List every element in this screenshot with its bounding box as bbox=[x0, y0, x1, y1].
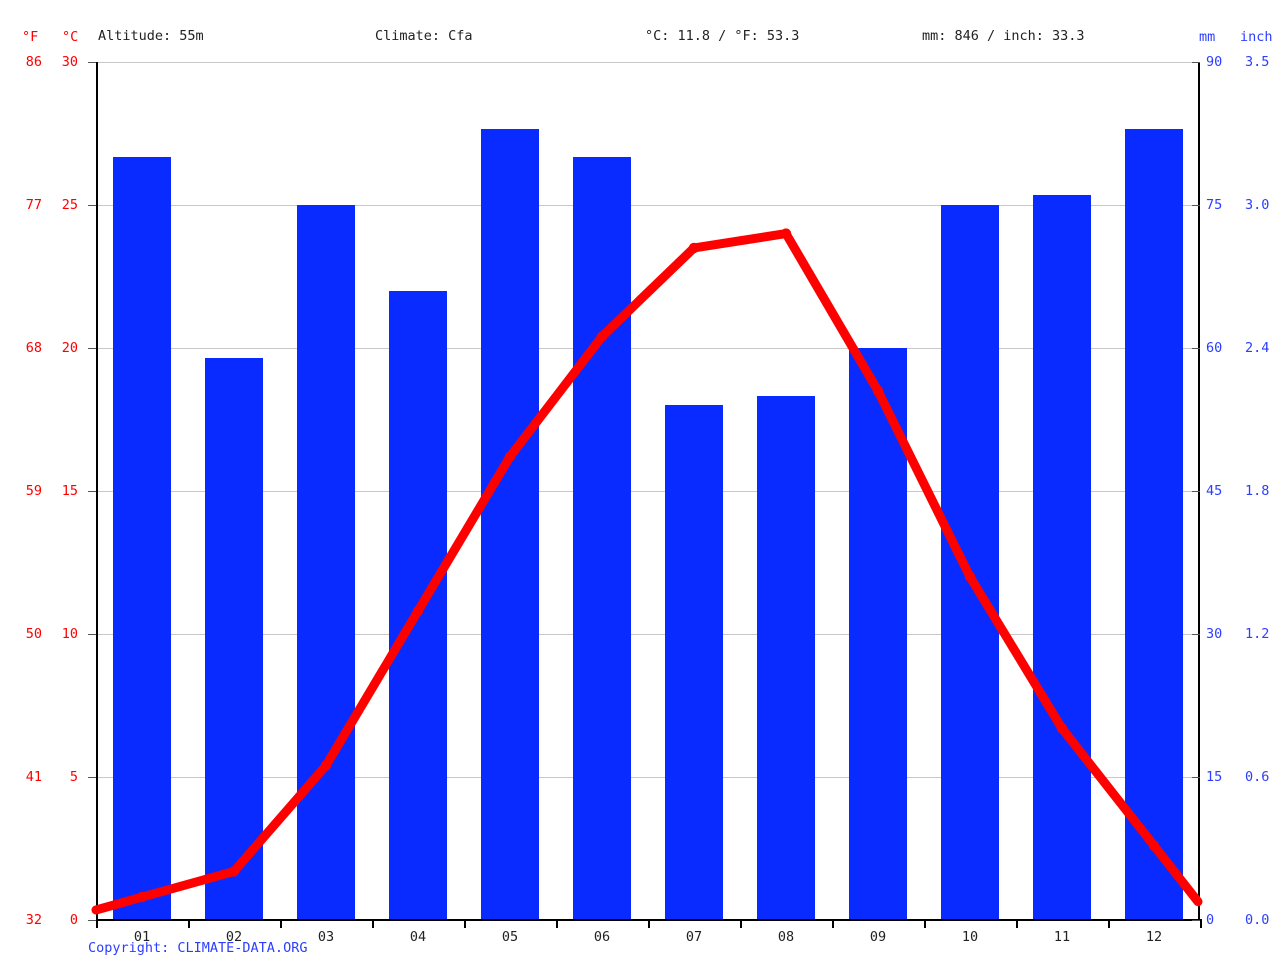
tick-label-mm: 15 bbox=[1206, 769, 1223, 785]
tick-label-celsius: 10 bbox=[61, 626, 78, 642]
x-axis-label-month: 09 bbox=[869, 929, 887, 945]
x-axis-label-month: 08 bbox=[777, 929, 795, 945]
header-unit-inch: inch bbox=[1240, 29, 1273, 45]
right-axis-tick bbox=[1192, 920, 1200, 921]
chart-header: °F °C Altitude: 55m Climate: Cfa °C: 11.… bbox=[0, 0, 1280, 46]
right-axis-tick bbox=[1192, 777, 1200, 778]
right-axis-tick bbox=[1192, 205, 1200, 206]
x-axis-label-month: 06 bbox=[593, 929, 611, 945]
precipitation-bar[interactable] bbox=[1033, 195, 1091, 920]
tick-label-celsius: 30 bbox=[61, 54, 78, 70]
left-axis-tick bbox=[88, 205, 96, 206]
tick-label-fahrenheit: 77 bbox=[25, 197, 42, 213]
left-axis-tick bbox=[88, 777, 96, 778]
precipitation-bar[interactable] bbox=[297, 205, 355, 920]
header-precipitation-summary: mm: 846 / inch: 33.3 bbox=[922, 28, 1085, 44]
tick-label-inch: 0.0 bbox=[1245, 912, 1270, 928]
tick-label-fahrenheit: 41 bbox=[25, 769, 42, 785]
x-axis-tick bbox=[280, 919, 282, 928]
x-axis-label-month: 07 bbox=[685, 929, 703, 945]
tick-label-inch: 1.2 bbox=[1245, 626, 1270, 642]
header-climate: Climate: Cfa bbox=[375, 28, 473, 44]
tick-label-inch: 0.6 bbox=[1245, 769, 1270, 785]
header-altitude: Altitude: 55m bbox=[98, 28, 204, 44]
precipitation-bar[interactable] bbox=[757, 395, 815, 920]
x-axis-tick bbox=[1016, 919, 1018, 928]
precipitation-bar[interactable] bbox=[849, 348, 907, 920]
left-axis-tick bbox=[88, 491, 96, 492]
tick-label-fahrenheit: 50 bbox=[25, 626, 42, 642]
tick-label-fahrenheit: 59 bbox=[25, 483, 42, 499]
tick-label-inch: 1.8 bbox=[1245, 483, 1270, 499]
precipitation-bar[interactable] bbox=[481, 128, 539, 920]
left-axis-tick bbox=[88, 62, 96, 63]
plot-area bbox=[96, 62, 1200, 920]
tick-label-celsius: 0 bbox=[69, 912, 78, 928]
x-axis-label-month: 10 bbox=[961, 929, 979, 945]
tick-label-inch: 3.0 bbox=[1245, 197, 1270, 213]
precipitation-bar[interactable] bbox=[941, 205, 999, 920]
tick-label-mm: 45 bbox=[1206, 483, 1223, 499]
x-axis-label-month: 11 bbox=[1053, 929, 1071, 945]
precipitation-bar[interactable] bbox=[665, 405, 723, 920]
x-axis-tick bbox=[188, 919, 190, 928]
tick-label-fahrenheit: 86 bbox=[25, 54, 42, 70]
tick-label-celsius: 15 bbox=[61, 483, 78, 499]
right-axis-tick bbox=[1192, 491, 1200, 492]
x-axis-tick bbox=[372, 919, 374, 928]
tick-label-inch: 3.5 bbox=[1245, 54, 1270, 70]
tick-label-mm: 30 bbox=[1206, 626, 1223, 642]
tick-label-inch: 2.4 bbox=[1245, 340, 1270, 356]
header-temperature-summary: °C: 11.8 / °F: 53.3 bbox=[645, 28, 800, 44]
tick-label-mm: 0 bbox=[1206, 912, 1215, 928]
precipitation-bar[interactable] bbox=[1125, 128, 1183, 920]
x-axis-tick bbox=[464, 919, 466, 928]
x-axis-tick bbox=[1108, 919, 1110, 928]
x-axis-tick bbox=[832, 919, 834, 928]
tick-label-celsius: 5 bbox=[69, 769, 78, 785]
gridline bbox=[96, 62, 1200, 63]
copyright-label: Copyright: CLIMATE-DATA.ORG bbox=[88, 940, 308, 956]
x-axis-tick bbox=[556, 919, 558, 928]
x-axis-tick bbox=[1200, 919, 1202, 928]
left-axis-tick bbox=[88, 348, 96, 349]
right-axis-tick bbox=[1192, 62, 1200, 63]
x-axis-tick bbox=[648, 919, 650, 928]
tick-label-celsius: 25 bbox=[61, 197, 78, 213]
left-axis-tick bbox=[88, 920, 96, 921]
right-axis-tick bbox=[1192, 348, 1200, 349]
left-axis-tick bbox=[88, 634, 96, 635]
x-axis-label-month: 04 bbox=[409, 929, 427, 945]
tick-label-celsius: 20 bbox=[61, 340, 78, 356]
tick-label-mm: 75 bbox=[1206, 197, 1223, 213]
precipitation-bar[interactable] bbox=[113, 157, 171, 920]
x-axis-label-month: 05 bbox=[501, 929, 519, 945]
climate-chart: °F °C Altitude: 55m Climate: Cfa °C: 11.… bbox=[0, 0, 1280, 960]
tick-label-fahrenheit: 68 bbox=[25, 340, 42, 356]
header-unit-fahrenheit: °F bbox=[22, 29, 39, 45]
tick-label-mm: 90 bbox=[1206, 54, 1223, 70]
x-axis-tick bbox=[740, 919, 742, 928]
precipitation-bar[interactable] bbox=[573, 157, 631, 920]
header-unit-mm: mm bbox=[1199, 29, 1216, 45]
x-axis-label-month: 12 bbox=[1145, 929, 1163, 945]
precipitation-bar[interactable] bbox=[389, 290, 447, 920]
right-axis-tick bbox=[1192, 634, 1200, 635]
x-axis-tick bbox=[924, 919, 926, 928]
x-axis-tick bbox=[96, 919, 98, 928]
header-unit-celsius: °C bbox=[62, 29, 79, 45]
tick-label-mm: 60 bbox=[1206, 340, 1223, 356]
left-axis-line bbox=[96, 62, 98, 921]
precipitation-bar[interactable] bbox=[205, 357, 263, 920]
tick-label-fahrenheit: 32 bbox=[25, 912, 42, 928]
